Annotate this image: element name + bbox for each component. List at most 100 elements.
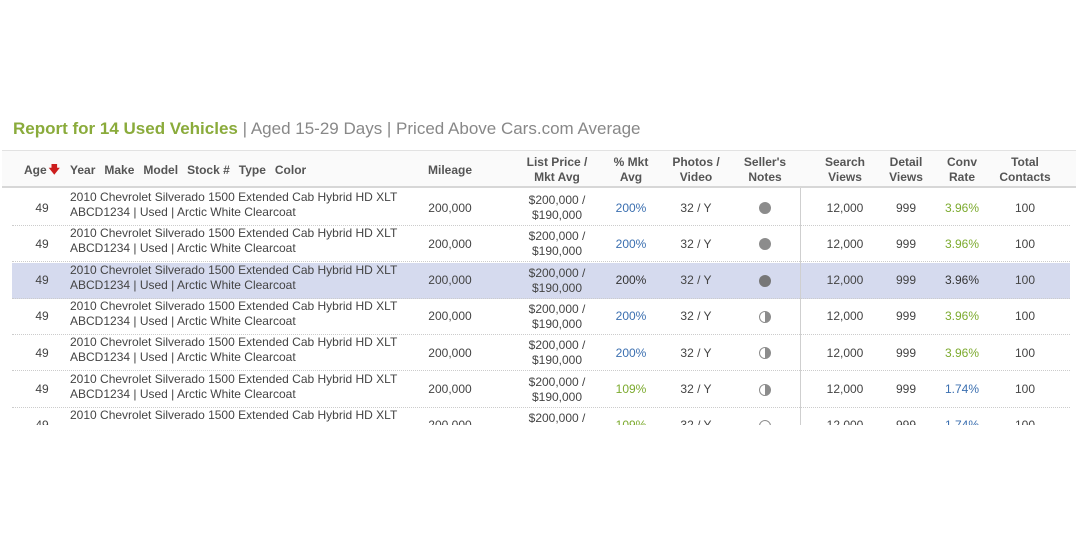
cell-contacts: 100 [994,408,1056,425]
cell-mkt-pct: 200% [603,263,659,299]
photos-video-value: 32 / Y [680,345,712,360]
column-header-detail-line2: Views [889,170,923,184]
notes-half-circle-icon[interactable] [759,383,771,396]
vehicle-title-link[interactable]: 2010 Chevrolet Silverado 1500 Extended C… [70,408,397,423]
total-contacts-value: 100 [1014,345,1036,360]
vehicle-title-link[interactable]: 2010 Chevrolet Silverado 1500 Extended C… [70,335,397,350]
column-header-search-views[interactable]: Search Views [817,154,873,186]
column-header-age[interactable]: Age 🡇 [22,154,62,186]
column-header-make[interactable]: Make [104,163,134,178]
sort-desc-arrow-icon[interactable]: 🡇 [49,163,60,178]
total-contacts-value: 100 [1014,382,1036,396]
vehicle-stock-details: ABCD1234 | Used | Arctic White Clearcoat [70,241,296,256]
notes-half-circle-icon[interactable] [759,310,771,323]
column-header-conv-rate[interactable]: Conv Rate [938,154,986,186]
column-header-notes[interactable]: Seller's Notes [734,154,796,186]
table-row[interactable]: 49 2010 Chevrolet Silverado 1500 Extended… [12,299,1070,335]
cell-mileage: 200,000 [414,372,486,408]
cell-contacts: 100 [994,263,1056,299]
market-pct-value: 200% [615,273,647,288]
cell-detail-views: 999 [882,190,930,226]
age-value: 49 [35,309,49,324]
cell-notes [734,190,796,226]
column-header-list-price[interactable]: List Price / Mkt Avg [514,154,600,186]
cell-description: 2010 Chevrolet Silverado 1500 Extended C… [70,190,410,226]
total-contacts-value: 100 [1014,200,1036,215]
column-header-photos-line1: Photos / [672,155,720,169]
cell-photos: 32 / Y [664,263,728,299]
column-header-list-price-line1: List Price / [526,155,588,169]
column-header-contacts[interactable]: Total Contacts [994,154,1056,186]
cell-mileage: 200,000 [414,408,486,425]
column-header-description[interactable]: Year Make Model Stock # Type Color [70,154,400,186]
cell-notes [734,226,796,262]
vehicle-title-link[interactable]: 2010 Chevrolet Silverado 1500 Extended C… [70,190,397,205]
market-pct-value: 200% [615,200,647,215]
column-header-color[interactable]: Color [275,163,306,178]
cell-mkt-pct: 200% [603,190,659,226]
cell-search-views: 12,000 [817,190,873,226]
vehicle-stock-details: ABCD1234 | Used | Arctic White Clearcoat [70,205,296,219]
photos-video-value: 32 / Y [680,309,712,324]
market-average-value: $190,000 [531,316,583,331]
cell-photos: 32 / Y [664,335,728,371]
column-header-notes-line1: Seller's [743,155,787,169]
column-header-mkt-pct[interactable]: % Mkt Avg [603,154,659,186]
table-row[interactable]: 49 2010 Chevrolet Silverado 1500 Extended… [12,372,1070,408]
notes-full-circle-icon[interactable] [759,274,771,287]
column-header-conv-line2: Rate [948,170,975,184]
notes-empty-circle-icon[interactable] [759,419,771,425]
cell-notes [734,408,796,425]
detail-views-value: 999 [895,309,917,324]
cell-photos: 32 / Y [664,408,728,425]
cell-photos: 32 / Y [664,299,728,335]
notes-full-circle-icon[interactable] [759,202,771,214]
list-price-value: $200,000 / [528,338,586,353]
table-row[interactable]: 49 2010 Chevrolet Silverado 1500 Extended… [12,190,1070,226]
table-row[interactable]: 49 2010 Chevrolet Silverado 1500 Extended… [12,408,1070,425]
cell-mileage: 200,000 [414,335,486,371]
market-pct-value: 109% [616,418,647,425]
column-header-notes-line2: Notes [748,170,782,184]
cell-photos: 32 / Y [664,372,728,408]
report-title: Report for 14 Used Vehicles | Aged 15-29… [13,119,640,139]
vehicle-title-link[interactable]: 2010 Chevrolet Silverado 1500 Extended C… [70,226,397,241]
vehicle-stock-details: ABCD1234 | Used | Arctic White Clearcoat [70,313,296,328]
column-header-photos[interactable]: Photos / Video [664,154,728,186]
market-average-value: $190,000 [531,244,583,259]
vehicle-title-link[interactable]: 2010 Chevrolet Silverado 1500 Extended C… [70,299,397,314]
vehicle-title-link[interactable]: 2010 Chevrolet Silverado 1500 Extended C… [70,263,397,278]
column-header-search-line2: Views [828,170,862,184]
cell-age: 49 [22,263,62,299]
age-value: 49 [35,273,49,288]
cell-photos: 32 / Y [664,226,728,262]
list-price-value: $200,000 / [528,410,586,425]
column-header-year[interactable]: Year [70,163,95,178]
age-value: 49 [35,382,49,396]
column-header-stock[interactable]: Stock # [187,163,230,178]
column-header-contacts-line1: Total [1011,155,1039,169]
photos-video-value: 32 / Y [680,236,712,251]
column-header-mileage[interactable]: Mileage [414,154,486,186]
detail-views-value: 999 [895,236,917,251]
cell-search-views: 12,000 [817,263,873,299]
market-average-value: $190,000 [531,353,583,368]
table-row[interactable]: 49 2010 Chevrolet Silverado 1500 Extended… [12,226,1070,263]
column-header-model[interactable]: Model [143,163,178,178]
column-header-detail-views[interactable]: Detail Views [882,154,930,186]
conv-rate-value: 3.96% [944,309,980,324]
notes-half-circle-icon[interactable] [759,347,771,360]
notes-full-circle-icon[interactable] [759,238,771,251]
mileage-value: 200,000 [428,382,472,396]
vehicle-title-link[interactable]: 2010 Chevrolet Silverado 1500 Extended C… [70,372,397,387]
table-row[interactable]: 49 2010 Chevrolet Silverado 1500 Extended… [12,335,1070,372]
cell-notes [734,372,796,408]
column-header-type[interactable]: Type [239,163,266,178]
cell-list-price: $200,000 /$190,000 [514,408,600,425]
cell-notes [734,263,796,299]
table-row[interactable]: 49 2010 Chevrolet Silverado 1500 Extended… [12,262,1070,299]
conv-rate-value: 1.74% [944,382,980,396]
search-views-value: 12,000 [826,309,864,324]
cell-mileage: 200,000 [414,263,486,299]
cell-list-price: $200,000 /$190,000 [514,299,600,335]
